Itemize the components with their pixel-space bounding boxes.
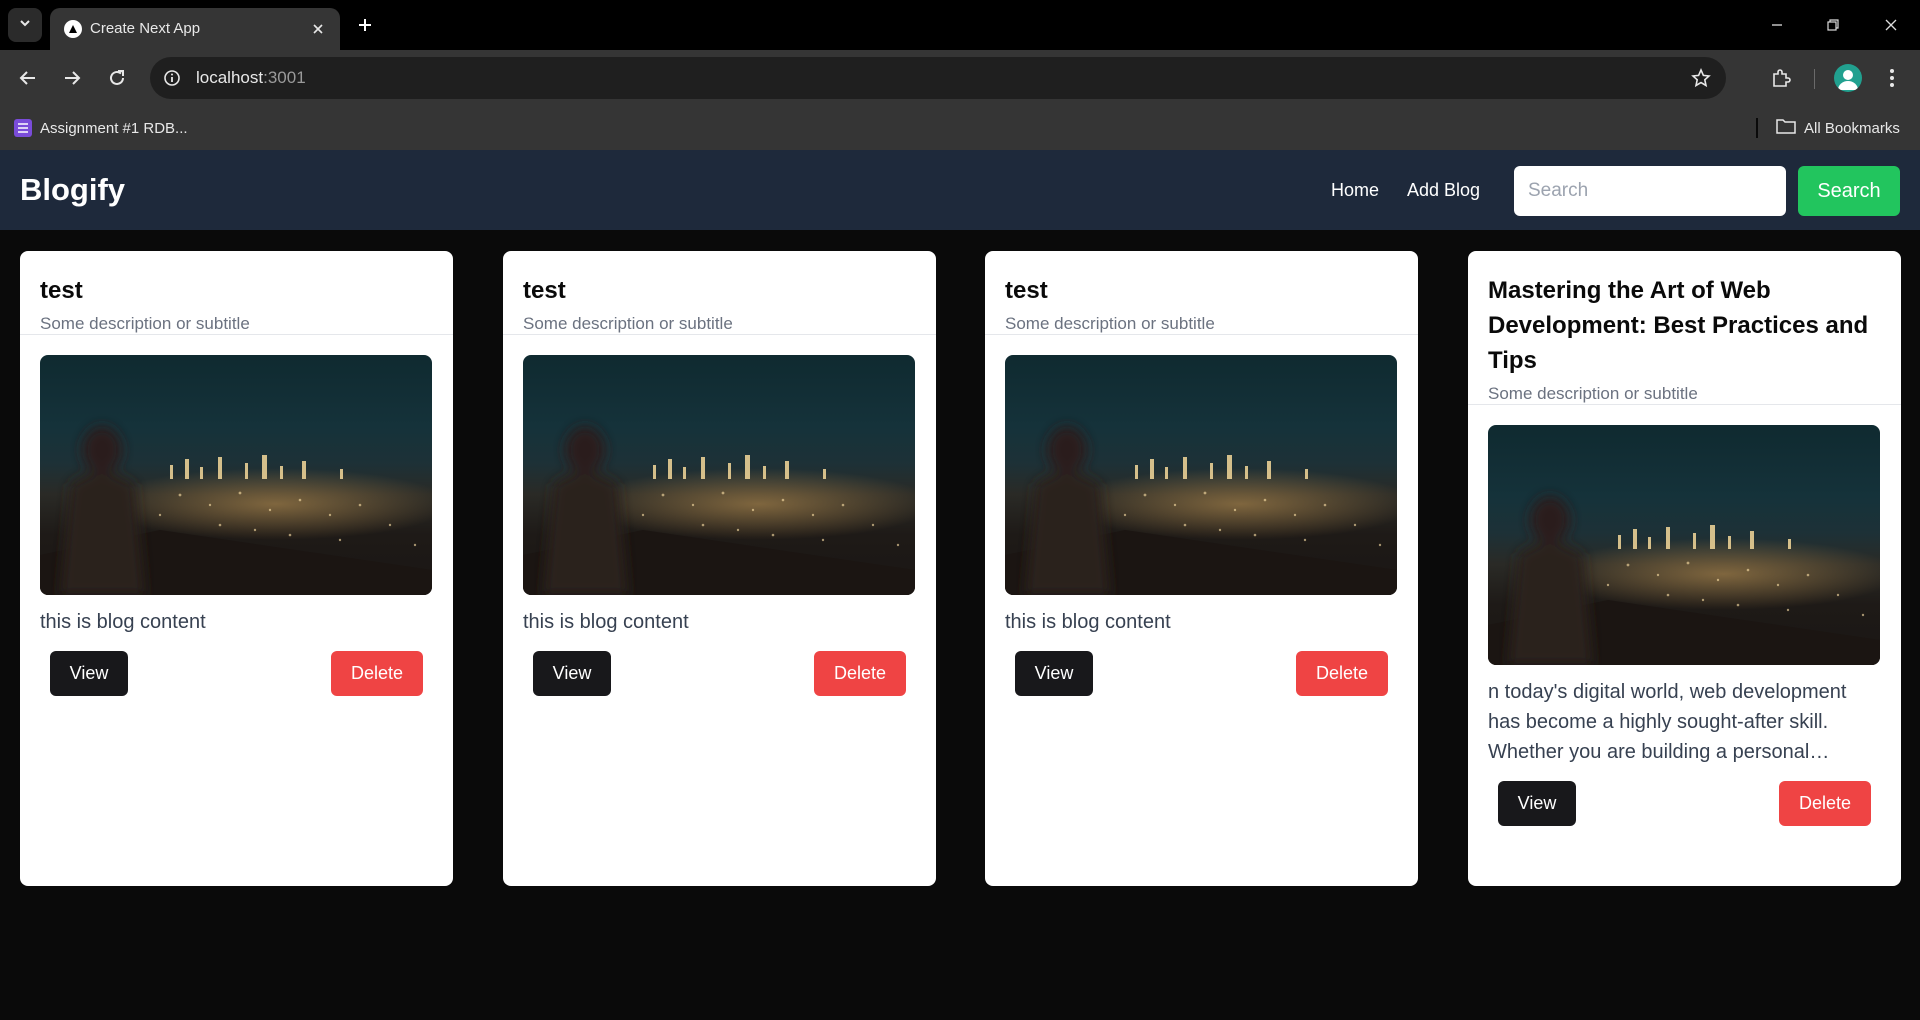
blog-cover-image [1005,355,1397,595]
search-button[interactable]: Search [1798,166,1900,216]
blog-card: Mastering the Art of Web Development: Be… [1468,251,1901,886]
minimize-icon[interactable] [1764,12,1790,38]
nav-link-add-blog[interactable]: Add Blog [1407,180,1480,201]
card-header: Mastering the Art of Web Development: Be… [1468,251,1901,405]
card-content: this is blog content [40,611,206,633]
browser-tabstrip: Create Next App [0,0,1920,50]
site-info-icon[interactable] [162,68,182,88]
delete-button[interactable]: Delete [1296,651,1388,696]
bookmarks-divider [1756,118,1758,138]
address-bar[interactable]: localhost:3001 [150,57,1726,99]
toolbar-divider [1814,69,1815,89]
extensions-puzzle-icon[interactable] [1767,64,1795,92]
reload-icon[interactable] [103,64,131,92]
view-button[interactable]: View [1015,651,1093,696]
view-button[interactable]: View [1498,781,1576,826]
view-button[interactable]: View [50,651,128,696]
card-title: test [40,277,83,304]
card-subtitle: Some description or subtitle [523,314,733,333]
url-port: :3001 [263,68,306,87]
blog-cover-image [1488,425,1880,665]
card-actions: View Delete [523,651,916,711]
tab-search-button[interactable] [8,8,42,42]
list-icon [14,119,32,137]
folder-icon [1776,118,1796,138]
card-title: test [1005,277,1048,304]
more-menu-icon[interactable] [1878,64,1906,92]
profile-avatar[interactable] [1834,64,1862,92]
card-subtitle: Some description or subtitle [1005,314,1215,333]
window-close-icon[interactable] [1878,12,1904,38]
card-header: test Some description or subtitle [20,251,453,335]
blog-card: test Some description or subtitle this i… [20,251,453,886]
nav-link-home[interactable]: Home [1331,180,1379,201]
restore-icon[interactable] [1820,12,1846,38]
nextjs-triangle-icon [64,20,82,38]
card-body: this is blog content View Delete [20,335,453,711]
plus-icon[interactable] [352,12,378,38]
card-subtitle: Some description or subtitle [40,314,250,333]
tab-title: Create Next App [90,20,201,37]
blog-cover-image [40,355,432,595]
address-url: localhost:3001 [196,68,306,88]
card-body: n today's digital world, web development… [1468,405,1901,841]
card-actions: View Delete [1488,781,1881,841]
close-icon[interactable] [308,19,328,39]
card-body: this is blog content View Delete [985,335,1418,711]
bookmark-label: Assignment #1 RDB... [40,119,188,137]
brand-logo[interactable]: Blogify [20,172,125,208]
url-host: localhost [196,68,264,87]
bookmarks-bar: Assignment #1 RDB... All Bookmarks [0,106,1920,150]
card-content: this is blog content [523,611,689,633]
blog-cover-image [523,355,915,595]
bookmark-item[interactable]: Assignment #1 RDB... [14,116,188,140]
blog-card: test Some description or subtitle this i… [985,251,1418,886]
card-title: Mastering the Art of Web Development: Be… [1488,277,1869,374]
all-bookmarks-button[interactable]: All Bookmarks [1776,116,1900,140]
card-actions: View Delete [40,651,433,711]
card-subtitle: Some description or subtitle [1488,384,1698,403]
card-content: this is blog content [1005,611,1171,633]
person-icon [1838,70,1858,90]
blog-card: test Some description or subtitle this i… [503,251,936,886]
bookmark-star-icon[interactable] [1690,67,1712,89]
card-body: this is blog content View Delete [503,335,936,711]
card-header: test Some description or subtitle [985,251,1418,335]
search-input[interactable] [1514,166,1786,216]
app-navbar: Blogify Home Add Blog Search [0,150,1920,230]
delete-button[interactable]: Delete [814,651,906,696]
card-header: test Some description or subtitle [503,251,936,335]
card-content: n today's digital world, web development… [1488,681,1847,763]
forward-arrow-icon[interactable] [58,64,86,92]
back-arrow-icon[interactable] [14,64,42,92]
browser-tab[interactable]: Create Next App [50,8,340,50]
delete-button[interactable]: Delete [1779,781,1871,826]
card-title: test [523,277,566,304]
browser-toolbar: localhost:3001 [0,50,1920,106]
card-actions: View Delete [1005,651,1398,711]
all-bookmarks-label: All Bookmarks [1804,119,1900,137]
chevron-down-icon [18,16,32,35]
view-button[interactable]: View [533,651,611,696]
delete-button[interactable]: Delete [331,651,423,696]
